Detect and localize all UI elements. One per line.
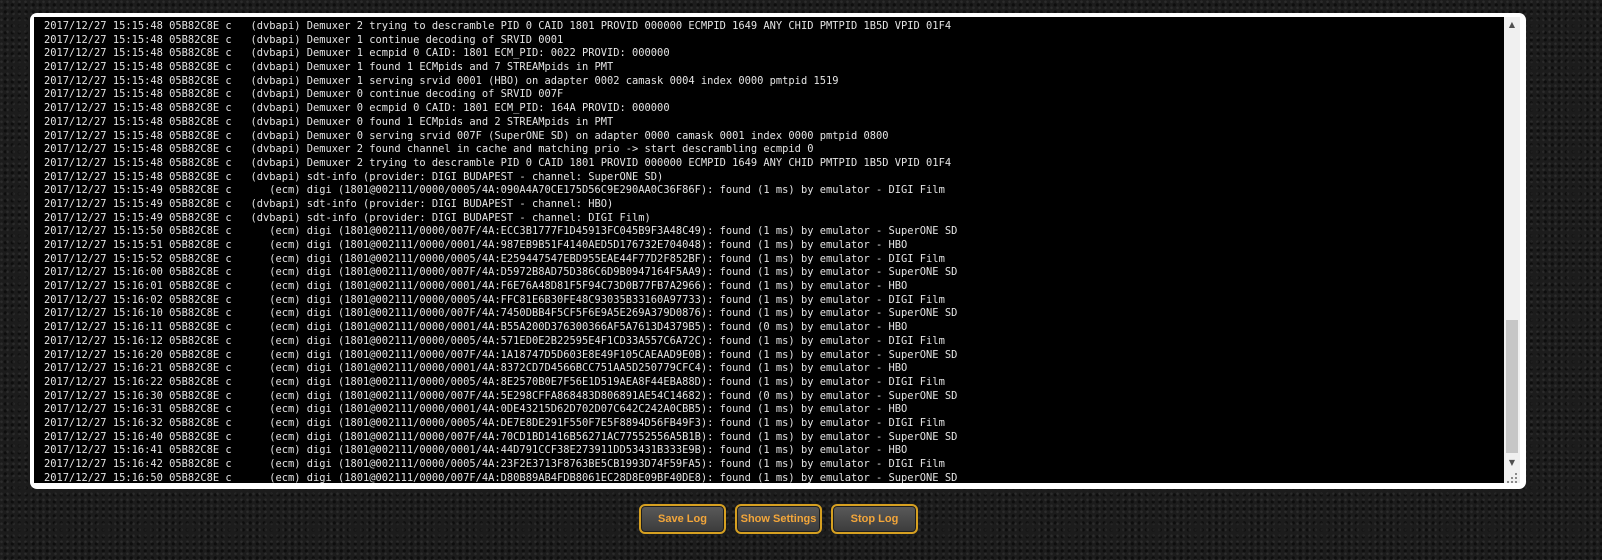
log-line: 2017/12/27 15:15:48 05B82C8E c (dvbapi) … <box>44 156 952 169</box>
resize-grip-icon[interactable] <box>1504 471 1520 483</box>
log-line: 2017/12/27 15:15:48 05B82C8E c (dvbapi) … <box>44 170 664 183</box>
scroll-thumb[interactable] <box>1506 320 1518 453</box>
log-line: 2017/12/27 15:15:48 05B82C8E c (dvbapi) … <box>44 115 614 128</box>
log-line: 2017/12/27 15:15:49 05B82C8E c (dvbapi) … <box>44 197 614 210</box>
log-scrollbar[interactable]: ▲ ▼ <box>1504 17 1520 471</box>
stop-log-button[interactable]: Stop Log <box>831 504 918 534</box>
log-line: 2017/12/27 15:15:48 05B82C8E c (dvbapi) … <box>44 47 670 60</box>
log-line: 2017/12/27 15:15:51 05B82C8E c (ecm) dig… <box>44 239 908 251</box>
log-line: 2017/12/27 15:16:32 05B82C8E c (ecm) dig… <box>44 416 945 429</box>
log-line: 2017/12/27 15:15:49 05B82C8E c (ecm) dig… <box>44 184 945 197</box>
log-line: 2017/12/27 15:15:48 05B82C8E c (dvbapi) … <box>44 88 564 101</box>
log-textarea[interactable]: 2017/12/27 15:15:48 05B82C8E c (dvbapi) … <box>34 17 1504 483</box>
log-line: 2017/12/27 15:16:10 05B82C8E c (ecm) dig… <box>44 307 958 320</box>
scroll-up-icon[interactable]: ▲ <box>1504 17 1520 33</box>
log-line: 2017/12/27 15:16:31 05B82C8E c (ecm) dig… <box>44 403 908 416</box>
log-line: 2017/12/27 15:15:48 05B82C8E c (dvbapi) … <box>44 20 952 32</box>
log-line: 2017/12/27 15:15:48 05B82C8E c (dvbapi) … <box>44 61 614 74</box>
log-line: 2017/12/27 15:15:48 05B82C8E c (dvbapi) … <box>44 143 814 156</box>
log-panel: 2017/12/27 15:15:48 05B82C8E c (dvbapi) … <box>30 13 1526 489</box>
log-line: 2017/12/27 15:16:30 05B82C8E c (ecm) dig… <box>44 389 958 402</box>
log-line: 2017/12/27 15:16:42 05B82C8E c (ecm) dig… <box>44 458 945 470</box>
log-line: 2017/12/27 15:16:12 05B82C8E c (ecm) dig… <box>44 334 945 347</box>
log-line: 2017/12/27 15:16:41 05B82C8E c (ecm) dig… <box>44 444 908 457</box>
log-line: 2017/12/27 15:15:49 05B82C8E c (dvbapi) … <box>44 211 651 224</box>
log-line: 2017/12/27 15:16:50 05B82C8E c (ecm) dig… <box>44 471 958 483</box>
log-line: 2017/12/27 15:15:50 05B82C8E c (ecm) dig… <box>44 225 958 238</box>
save-log-button[interactable]: Save Log <box>639 504 726 534</box>
log-line: 2017/12/27 15:16:22 05B82C8E c (ecm) dig… <box>44 375 945 388</box>
log-line: 2017/12/27 15:16:20 05B82C8E c (ecm) dig… <box>44 348 958 361</box>
log-line: 2017/12/27 15:16:00 05B82C8E c (ecm) dig… <box>44 266 958 279</box>
scroll-down-icon[interactable]: ▼ <box>1504 455 1520 471</box>
show-settings-button[interactable]: Show Settings <box>735 504 822 534</box>
log-line: 2017/12/27 15:15:48 05B82C8E c (dvbapi) … <box>44 74 839 87</box>
log-line: 2017/12/27 15:15:48 05B82C8E c (dvbapi) … <box>44 102 670 115</box>
log-line: 2017/12/27 15:15:48 05B82C8E c (dvbapi) … <box>44 33 564 46</box>
log-line: 2017/12/27 15:16:40 05B82C8E c (ecm) dig… <box>44 430 958 443</box>
log-line: 2017/12/27 15:16:21 05B82C8E c (ecm) dig… <box>44 362 908 375</box>
log-line: 2017/12/27 15:16:02 05B82C8E c (ecm) dig… <box>44 293 945 306</box>
log-line: 2017/12/27 15:15:52 05B82C8E c (ecm) dig… <box>44 252 945 265</box>
log-line: 2017/12/27 15:16:11 05B82C8E c (ecm) dig… <box>44 321 908 334</box>
log-line: 2017/12/27 15:15:48 05B82C8E c (dvbapi) … <box>44 129 889 142</box>
log-line: 2017/12/27 15:16:01 05B82C8E c (ecm) dig… <box>44 280 908 293</box>
